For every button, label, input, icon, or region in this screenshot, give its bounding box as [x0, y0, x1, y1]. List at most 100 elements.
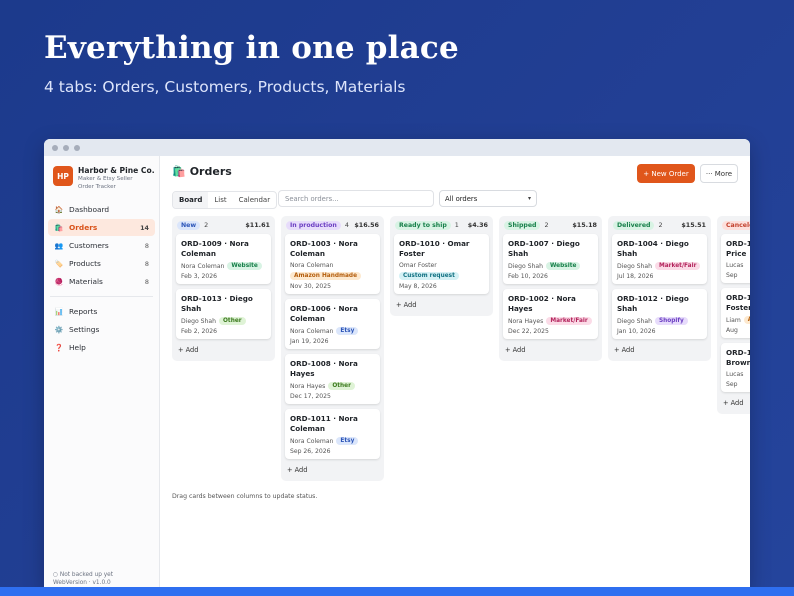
- column-count: 2: [544, 221, 549, 229]
- sidebar-item-orders[interactable]: 🛍️ Orders 14: [48, 219, 155, 236]
- order-card-title: ORD-1005 · Liam Foster: [726, 293, 750, 312]
- window-dot-icon[interactable]: [63, 144, 69, 151]
- order-card-customer: Nora Coleman: [181, 262, 225, 270]
- order-card-title: ORD-1009 · Nora Coleman: [181, 239, 249, 258]
- sidebar-item-count: 8: [144, 241, 149, 250]
- order-card-date: Dec 22, 2025: [508, 328, 549, 335]
- order-card-date: May 8, 2026: [399, 283, 437, 290]
- order-card-customer: Diego Shah: [617, 262, 652, 270]
- kanban-column: In production 4 $16.56 ORD-1003 · Nora Cole…: [281, 216, 384, 481]
- window-dot-icon[interactable]: [74, 144, 80, 151]
- column-status-badge: In production: [286, 220, 341, 230]
- brand: HP Harbor & Pine Co. Maker & Etsy Seller…: [44, 156, 159, 191]
- order-card[interactable]: ORD-1010 · Omar Foster Omar Foster Custom …: [394, 234, 489, 294]
- order-card-title: ORD-1001 · Lucas Price: [726, 239, 750, 258]
- order-card[interactable]: ORD-1009 · Nora Coleman Nora Coleman Websi…: [176, 234, 271, 284]
- add-card-button[interactable]: + Add: [717, 397, 750, 414]
- add-card-button[interactable]: + Add: [499, 344, 602, 361]
- tab-list[interactable]: List: [208, 192, 232, 208]
- help-icon: ❓: [54, 343, 64, 352]
- search-input[interactable]: [278, 190, 434, 207]
- order-card[interactable]: ORD-1005 · Liam Foster LiamAmazon Aug: [721, 288, 750, 338]
- channel-badge: Website: [546, 262, 581, 270]
- column-header: Delivered 2 $15.51: [608, 216, 711, 234]
- add-card-button[interactable]: + Add: [172, 344, 275, 361]
- order-card[interactable]: ORD-1001 · Lucas Price Lucas Sep: [721, 234, 750, 283]
- channel-badge: Etsy: [336, 437, 359, 445]
- window-titlebar: [44, 139, 750, 156]
- order-card-customer: Nora Coleman: [290, 437, 334, 445]
- column-total: $15.18: [572, 221, 597, 229]
- order-card-date: Feb 3, 2026: [181, 273, 217, 280]
- order-card-title: ORD-1007 · Diego Shah: [508, 239, 580, 258]
- sidebar-item-label: Settings: [69, 325, 100, 334]
- order-card[interactable]: ORD-1008 · Nora Hayes Nora Hayes Other Dec …: [285, 354, 380, 404]
- status-filter-select[interactable]: All orders ▾: [439, 190, 537, 207]
- order-card-date: Sep 26, 2026: [290, 448, 331, 455]
- order-card[interactable]: ORD-1013 · Diego Shah Diego Shah Other Feb …: [176, 289, 271, 339]
- shopping-bag-icon: 🛍️: [172, 165, 186, 178]
- order-card-date: Jan 10, 2026: [617, 328, 656, 335]
- order-card-date: Sep: [726, 381, 738, 388]
- kanban-column: Shipped 2 $15.18 ORD-1007 · Diego Shah Diego…: [499, 216, 602, 361]
- order-card-title: ORD-1003 · Nora Coleman: [290, 239, 358, 258]
- drag-hint: Drag cards between columns to update sta…: [172, 493, 318, 500]
- sidebar-item-label: Products: [69, 259, 101, 268]
- order-card-date: Aug: [726, 327, 738, 334]
- add-card-button[interactable]: + Add: [608, 344, 711, 361]
- kanban-column: Delivered 2 $15.51 ORD-1004 · Diego Shah Die…: [608, 216, 711, 361]
- sidebar-item-products[interactable]: 🏷️ Products 8: [48, 255, 155, 272]
- shopping-bag-icon: 🛍️: [54, 223, 64, 232]
- sidebar-item-settings[interactable]: ⚙️ Settings: [48, 321, 155, 338]
- order-card-customer: Diego Shah: [508, 262, 543, 270]
- sidebar-item-materials[interactable]: 🧶 Materials 8: [48, 273, 155, 290]
- add-card-button[interactable]: + Add: [281, 464, 384, 481]
- order-card[interactable]: ORD-1007 · Diego Shah Diego Shah Website Fe…: [503, 234, 598, 284]
- version-text: WebVersion · v1.0.0: [53, 580, 111, 586]
- order-card-title: ORD-1002 · Nora Hayes: [508, 294, 576, 313]
- channel-badge: Market/Fair: [655, 262, 701, 270]
- order-card-title: ORD-1004 · Diego Shah: [617, 239, 689, 258]
- column-header: Ready to ship 1 $4.36: [390, 216, 493, 234]
- sidebar-item-count: 14: [140, 223, 149, 232]
- sidebar-item-label: Dashboard: [69, 205, 110, 214]
- column-count: 2: [658, 221, 663, 229]
- order-card[interactable]: ORD-1004 · Diego Shah Diego Shah Market/Fa…: [612, 234, 707, 284]
- order-card[interactable]: ORD-1006 · Nora Coleman Nora Coleman Etsy J…: [285, 299, 380, 349]
- sidebar-item-customers[interactable]: 👥 Customers 8: [48, 237, 155, 254]
- sidebar-item-dashboard[interactable]: 🏠 Dashboard: [48, 201, 155, 218]
- column-status-badge: New: [177, 220, 201, 230]
- kanban-column: Ready to ship 1 $4.36 ORD-1010 · Omar Foste…: [390, 216, 493, 316]
- window-dot-icon[interactable]: [52, 144, 58, 151]
- channel-badge: Custom request: [399, 272, 459, 280]
- column-header: New 2 $11.61: [172, 216, 275, 234]
- order-card[interactable]: ORD-1002 · Nora Hayes Nora Hayes Market/Fa…: [503, 289, 598, 339]
- channel-badge: Website: [227, 262, 262, 270]
- order-card-date: Feb 2, 2026: [181, 328, 217, 335]
- tab-calendar[interactable]: Calendar: [233, 192, 276, 208]
- sidebar-item-label: Materials: [69, 277, 103, 286]
- sidebar-item-count: 8: [144, 277, 149, 286]
- column-count: 2: [204, 221, 209, 229]
- new-order-button[interactable]: + New Order: [637, 164, 695, 183]
- order-card[interactable]: ORD-1012 · Diego Shah Diego Shah Shopify Ja…: [612, 289, 707, 339]
- tab-board[interactable]: Board: [173, 192, 209, 208]
- add-card-button[interactable]: + Add: [390, 299, 493, 316]
- order-card-title: ORD-1008 · Nora Hayes: [290, 359, 358, 378]
- column-total: $4.36: [467, 221, 488, 229]
- order-card-date: Jan 19, 2026: [290, 338, 329, 345]
- order-card[interactable]: ORD-1011 · Nora Coleman Nora Coleman Etsy S…: [285, 409, 380, 459]
- sidebar-item-reports[interactable]: 📊 Reports: [48, 303, 155, 320]
- sidebar-divider: [50, 296, 153, 297]
- channel-badge: Etsy: [336, 327, 359, 335]
- sidebar-item-help[interactable]: ❓ Help: [48, 339, 155, 356]
- home-icon: 🏠: [54, 205, 64, 214]
- order-card[interactable]: ORD-1014 · Lucas Brown Lucas Sep: [721, 343, 750, 392]
- column-header: Canceled: [717, 216, 750, 234]
- order-card-date: Dec 17, 2025: [290, 393, 331, 400]
- more-button[interactable]: ··· More: [700, 164, 738, 183]
- brand-logo: HP: [53, 166, 73, 186]
- order-card[interactable]: ORD-1003 · Nora Coleman Nora Coleman Amazo…: [285, 234, 380, 294]
- brand-name: Harbor & Pine Co.: [78, 166, 155, 175]
- order-card-customer: Nora Coleman: [290, 327, 334, 335]
